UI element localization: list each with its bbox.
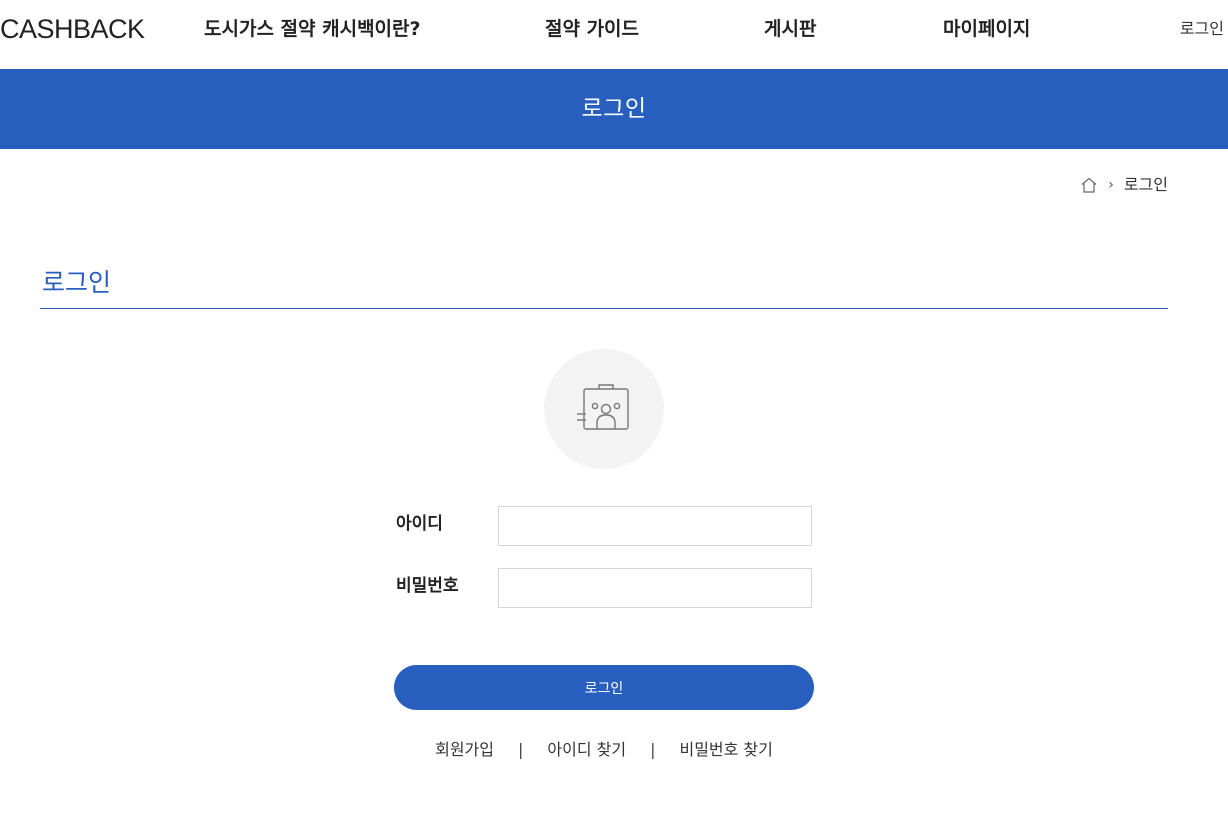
id-card-icon [577, 384, 629, 430]
page-banner: 로그인 [0, 69, 1228, 149]
site-header: CASHBACK 도시가스 절약 캐시백이란? 절약 가이드 게시판 마이페이지… [0, 0, 1228, 69]
header-login-link[interactable]: 로그인 [1180, 18, 1224, 40]
account-links: 회원가입 | 아이디 찾기 | 비밀번호 찾기 [0, 739, 1208, 761]
breadcrumb-current: 로그인 [1123, 175, 1168, 194]
nav-item-cashback-intro[interactable]: 도시가스 절약 캐시백이란? [204, 16, 421, 42]
id-label: 아이디 [396, 514, 443, 534]
avatar [544, 349, 664, 469]
password-label: 비밀번호 [396, 576, 459, 596]
banner-title: 로그인 [581, 96, 647, 122]
breadcrumb: › 로그인 [1080, 174, 1168, 196]
password-input[interactable] [498, 568, 812, 608]
link-separator: | [518, 740, 524, 759]
nav-item-board[interactable]: 게시판 [764, 16, 816, 42]
link-separator: | [650, 740, 656, 759]
find-password-link[interactable]: 비밀번호 찾기 [679, 739, 772, 761]
id-input[interactable] [498, 506, 812, 546]
login-button[interactable]: 로그인 [394, 665, 814, 710]
breadcrumb-separator: › [1108, 177, 1114, 193]
site-logo[interactable]: CASHBACK [0, 14, 145, 44]
page-title: 로그인 [42, 267, 112, 297]
title-divider [40, 308, 1168, 309]
home-icon[interactable] [1080, 176, 1098, 194]
signup-link[interactable]: 회원가입 [435, 739, 494, 761]
nav-item-mypage[interactable]: 마이페이지 [943, 16, 1030, 42]
find-id-link[interactable]: 아이디 찾기 [547, 739, 626, 761]
nav-item-saving-guide[interactable]: 절약 가이드 [545, 16, 639, 42]
